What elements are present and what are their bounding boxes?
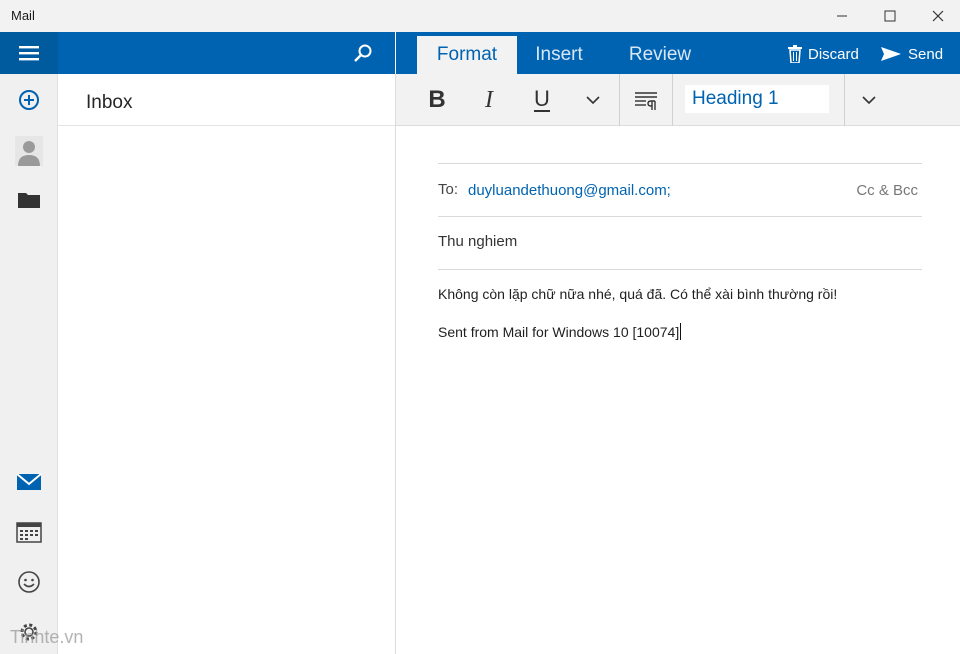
send-button[interactable]: Send: [880, 40, 943, 68]
minimize-button[interactable]: [818, 0, 866, 32]
discard-button[interactable]: Discard: [788, 40, 859, 68]
subject-field[interactable]: Thu nghiem: [438, 233, 517, 250]
maximize-button[interactable]: [866, 0, 914, 32]
new-mail-button[interactable]: [0, 78, 58, 122]
tab-insert[interactable]: Insert: [521, 36, 597, 74]
send-label: Send: [908, 45, 944, 63]
compose-area: To: duyluandethuong@gmail.com; Cc & Bcc …: [396, 126, 960, 654]
italic-button[interactable]: I: [474, 74, 504, 126]
new-mail-icon: [19, 90, 39, 110]
person-icon: [15, 136, 43, 166]
folder-title: Inbox: [86, 92, 133, 113]
tab-format[interactable]: Format: [417, 36, 517, 74]
search-button[interactable]: [351, 41, 375, 65]
account-button[interactable]: [0, 129, 58, 173]
bold-button[interactable]: B: [422, 74, 452, 126]
close-icon: [932, 10, 944, 22]
chevron-down-icon: [862, 96, 876, 105]
menu-icon: [19, 46, 39, 61]
mail-button[interactable]: [0, 460, 58, 504]
feedback-button[interactable]: [0, 560, 58, 604]
divider: [438, 216, 922, 217]
discard-label: Discard: [808, 45, 859, 63]
paragraph-icon: [635, 92, 657, 110]
close-button[interactable]: [914, 0, 960, 32]
to-field[interactable]: duyluandethuong@gmail.com;: [468, 182, 671, 199]
cc-bcc-button[interactable]: Cc & Bcc: [856, 182, 918, 199]
folder-title-bar: Inbox: [58, 74, 395, 126]
text-caret: [680, 323, 682, 340]
paragraph-button[interactable]: [632, 74, 660, 126]
divider: [438, 269, 922, 270]
folder-icon: [18, 193, 40, 208]
style-selector[interactable]: Heading 1: [685, 85, 829, 113]
divider: [438, 163, 922, 164]
left-rail: [0, 32, 58, 654]
tab-review[interactable]: Review: [614, 36, 706, 74]
font-more-button[interactable]: [580, 74, 606, 126]
message-body-line[interactable]: Không còn lặp chữ nữa nhé, quá đã. Có th…: [438, 286, 837, 302]
message-signature-line[interactable]: Sent from Mail for Windows 10 [10074]: [438, 323, 682, 340]
underline-label: U: [534, 86, 550, 112]
title-bar: Mail: [0, 0, 960, 32]
watermark: Tinhte.vn: [10, 627, 84, 647]
toolbar-divider: [844, 74, 845, 126]
toolbar-divider: [672, 74, 673, 126]
search-icon: [354, 44, 372, 62]
compose-header: Format Insert Review Discard Send: [396, 32, 960, 74]
folders-button[interactable]: [0, 178, 58, 222]
message-list-pane: Inbox: [58, 74, 396, 654]
maximize-icon: [884, 10, 896, 22]
menu-button[interactable]: [0, 32, 58, 74]
signature-text: Sent from Mail for Windows 10 [10074]: [438, 324, 680, 340]
calendar-icon: [16, 522, 42, 543]
folder-pane-header: [58, 32, 395, 74]
send-icon: [881, 47, 901, 61]
to-label: To:: [438, 181, 459, 198]
calendar-button[interactable]: [0, 510, 58, 554]
style-dropdown-button[interactable]: [856, 74, 882, 126]
discard-icon: [788, 45, 802, 63]
chevron-down-icon: [586, 96, 600, 105]
mail-icon: [16, 473, 42, 490]
window-title: Mail: [11, 8, 35, 23]
underline-button[interactable]: U: [527, 74, 557, 126]
minimize-icon: [837, 15, 847, 17]
format-toolbar: B I U Heading 1: [396, 74, 960, 126]
toolbar-divider: [619, 74, 620, 126]
feedback-icon: [18, 571, 40, 593]
